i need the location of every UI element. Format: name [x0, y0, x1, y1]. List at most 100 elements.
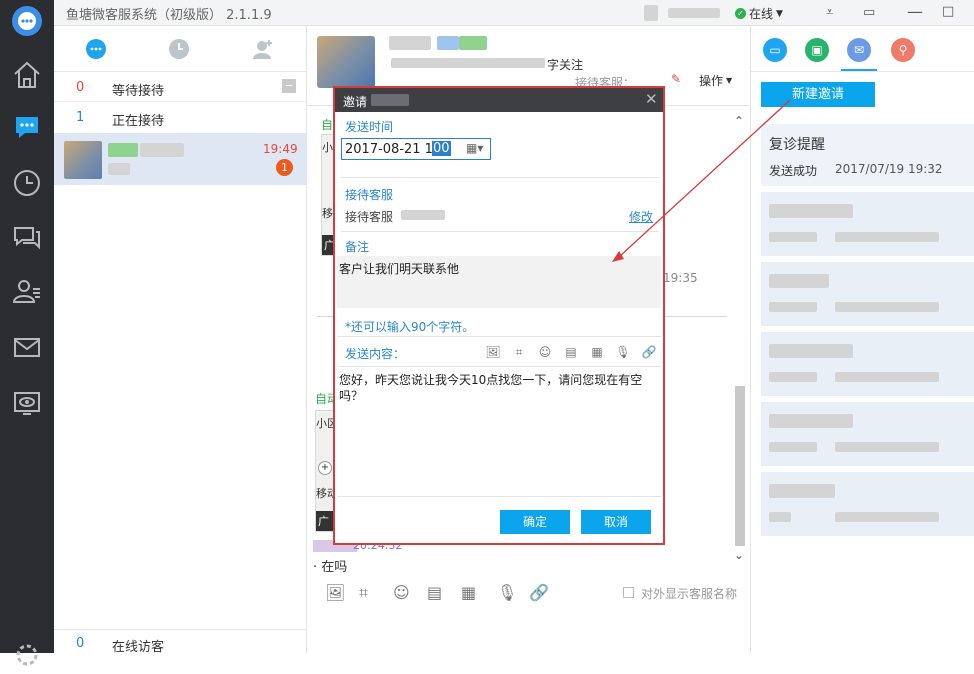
chat-tab-icon[interactable] [85, 38, 107, 60]
scroll-down-icon[interactable]: ⌄ [734, 548, 744, 562]
message-time: 19:35 [663, 271, 698, 285]
visitor-tag-2 [459, 36, 487, 50]
home-icon [14, 61, 40, 88]
serving-row[interactable]: 1 正在接待 [54, 103, 307, 132]
session-name-extra [140, 143, 184, 157]
divider [337, 496, 661, 497]
image-icon[interactable]: 🖼 [484, 343, 502, 361]
emoji-icon[interactable]: ☺ [536, 343, 554, 361]
calendar-icon[interactable]: ▦▾ [466, 141, 483, 155]
status-label: 在线 [749, 7, 774, 21]
cancel-button[interactable]: 取消 [581, 510, 651, 534]
template-icon[interactable]: ▤ [427, 583, 442, 602]
waiting-row[interactable]: 0 等待接待 − [54, 73, 307, 102]
session-time: 19:49 [263, 142, 298, 156]
online-count: 0 [76, 636, 85, 651]
invite-item-active[interactable]: 复诊提醒 发送成功 2017/07/19 19:32 [761, 124, 974, 186]
invite-item[interactable] [761, 472, 974, 536]
home-nav[interactable] [8, 56, 46, 94]
close-icon[interactable]: ✕ [645, 90, 658, 108]
profile-tab-icon[interactable]: ▣ [805, 38, 829, 62]
maximize-icon[interactable]: □ [942, 4, 954, 19]
divider [337, 336, 661, 337]
invite-item[interactable] [761, 402, 974, 466]
send-time-label: 发送时间 [345, 120, 394, 134]
crop-icon[interactable]: ⌗ [359, 583, 368, 603]
modify-link[interactable]: 修改 [629, 208, 653, 225]
divider [341, 177, 659, 178]
session-tabs [54, 26, 307, 72]
eye-icon [14, 392, 40, 415]
crop-icon[interactable]: ⌗ [510, 343, 528, 361]
content-value: 您好，昨天您说让我今天10点找您一下，请问您现在有空吗？ [339, 373, 643, 403]
new-invite-button[interactable]: 新建邀请 [761, 82, 875, 107]
monitor-nav[interactable] [8, 384, 46, 422]
collapse-icon[interactable]: − [282, 79, 296, 93]
layout-icon[interactable]: ▦ [588, 343, 606, 361]
contacts-icon [12, 280, 40, 303]
tab-underline [841, 69, 877, 71]
scroll-thumb[interactable] [735, 386, 745, 546]
datetime-selected: 00 [432, 141, 451, 156]
status-dropdown[interactable]: ✓ 在线 ▼ [735, 5, 783, 22]
chevron-down-icon: ▼ [776, 8, 783, 19]
invite-item[interactable] [761, 192, 974, 256]
contacts-nav[interactable] [8, 272, 46, 310]
note-label: 备注 [345, 240, 370, 254]
left-rail [0, 0, 54, 666]
invite-item[interactable] [761, 262, 974, 326]
map-text: 小 [322, 141, 333, 154]
scroll-up-icon[interactable]: ⌃ [734, 114, 744, 128]
invite-status: 发送成功 [769, 164, 818, 178]
edit-icon[interactable]: ✎ [671, 72, 681, 86]
user-avatar[interactable] [644, 5, 658, 21]
add-contact-tab-icon[interactable] [252, 38, 274, 60]
chat-bubble-icon [16, 117, 38, 138]
dialog-title-name [371, 94, 409, 106]
mail-nav[interactable] [8, 328, 46, 366]
clock-tab-icon[interactable] [168, 38, 190, 60]
messages-nav[interactable] [8, 218, 46, 256]
show-name-checkbox[interactable] [623, 587, 634, 598]
chat-scrollbar[interactable]: ⌃ ⌄ [733, 112, 747, 568]
datetime-picker[interactable]: 2017-08-21 10: 00 ▦▾ [341, 138, 491, 160]
confirm-button[interactable]: 确定 [500, 510, 570, 534]
clock-icon [14, 170, 40, 196]
online-check-icon: ✓ [735, 8, 746, 19]
menu-icon[interactable]: ⩡ [826, 5, 833, 20]
link-icon[interactable]: 🔗 [529, 583, 549, 602]
invite-tab-icon[interactable]: ✉ [847, 38, 871, 62]
emoji-icon[interactable]: ☺ [393, 583, 410, 602]
link-icon[interactable]: 🔗 [640, 343, 658, 361]
image-icon[interactable]: 🖼 [325, 583, 345, 602]
online-label: 在线访客 [112, 640, 165, 655]
actions-label: 操作 [699, 74, 724, 88]
char-hint: *还可以输入90个字符。 [345, 320, 475, 334]
session-preview [108, 163, 130, 175]
logo-icon [12, 6, 42, 36]
invite-item[interactable] [761, 332, 974, 396]
dialog-titlebar: 邀请 ✕ [335, 88, 663, 112]
session-item[interactable]: 19:49 1 [54, 133, 307, 185]
session-name [108, 143, 138, 157]
content-textarea[interactable]: 您好，昨天您说让我今天10点找您一下，请问您现在有空吗？ [339, 372, 659, 492]
invite-title: 复诊提醒 [769, 137, 825, 153]
app-title: 鱼塘微客服系统（初级版） 2.1.1.9 [66, 8, 272, 23]
chat-tab-icon[interactable]: ▭ [763, 38, 787, 62]
zoom-in-icon[interactable]: + [318, 461, 332, 475]
template-icon[interactable]: ▤ [562, 343, 580, 361]
chat-nav[interactable] [8, 108, 46, 146]
layout-icon[interactable]: ▦ [461, 583, 476, 602]
user-name [668, 8, 720, 18]
settings-nav[interactable] [8, 636, 46, 674]
microphone-icon[interactable]: 🎙 [497, 583, 517, 602]
history-nav[interactable] [8, 164, 46, 202]
actions-dropdown[interactable]: 操作 ▼ [699, 72, 732, 89]
layout-toggle-icon[interactable]: ▭ [863, 5, 875, 20]
note-textarea[interactable]: 客户让我们明天联系他 [337, 256, 661, 308]
chevron-down-icon: ▼ [726, 76, 733, 85]
microphone-icon[interactable]: 🎙 [614, 343, 632, 361]
minimize-icon[interactable]: — [907, 2, 923, 21]
online-row[interactable]: 0 在线访客 [54, 629, 307, 655]
tag-tab-icon[interactable]: ⚲ [891, 38, 915, 62]
